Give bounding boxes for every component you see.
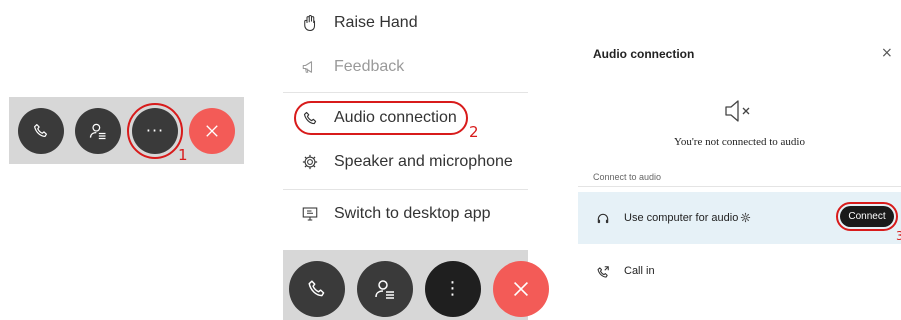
menu-item-label: Feedback [334, 58, 405, 75]
annotation-number-3: 3 [896, 229, 901, 243]
annotation-number-1: 1 [178, 146, 188, 164]
phone-icon [308, 280, 325, 297]
menu-pointer [451, 239, 473, 250]
annotation-ellipse-3 [836, 202, 898, 231]
participants-icon [89, 123, 106, 140]
section-divider [578, 186, 901, 187]
close-icon [206, 125, 218, 137]
leave-meeting-button[interactable] [189, 108, 235, 154]
phone-icon [34, 124, 47, 137]
close-icon [513, 281, 529, 297]
phone-button[interactable] [289, 261, 345, 317]
option-label: Use computer for audio [624, 212, 739, 224]
hand-icon [300, 13, 320, 33]
menu-item-switch-to-desktop-app[interactable]: Switch to desktop app [283, 199, 528, 229]
annotation-number-2: 2 [469, 123, 479, 141]
option-call-in[interactable]: Call in [624, 265, 655, 277]
audio-connection-dialog: Audio connection × You're not connected … [578, 30, 901, 320]
menu-item-label: Switch to desktop app [334, 205, 491, 222]
audio-status-text: You're not connected to audio [673, 136, 805, 148]
section-label: Connect to audio [593, 172, 662, 182]
leave-meeting-button[interactable] [493, 261, 549, 317]
phone-call-icon [597, 266, 609, 278]
participants-button[interactable] [75, 108, 121, 154]
meeting-controls-bar: ⋮ [283, 250, 549, 320]
desktop-icon [300, 204, 320, 224]
menu-item-raise-hand[interactable]: Raise Hand [283, 8, 528, 38]
gear-icon [300, 152, 320, 172]
menu-divider [283, 189, 528, 190]
more-options-button[interactable]: ⋮ [425, 261, 481, 317]
speaker-muted-icon [725, 100, 750, 122]
gear-icon[interactable] [740, 212, 751, 223]
headset-icon [597, 213, 609, 224]
menu-item-feedback[interactable]: Feedback [283, 52, 528, 82]
megaphone-icon [300, 57, 320, 77]
meeting-controls-bar: ··· 1 [9, 97, 244, 164]
menu-item-label: Raise Hand [334, 14, 418, 31]
more-options-icon: ⋮ [443, 278, 463, 299]
dialog-title: Audio connection [593, 47, 695, 61]
annotation-circle-1 [127, 103, 183, 159]
close-button[interactable]: × [881, 45, 893, 61]
menu-divider [283, 92, 528, 93]
participants-button[interactable] [357, 261, 413, 317]
annotation-ellipse-2 [294, 101, 468, 135]
phone-button[interactable] [18, 108, 64, 154]
menu-item-speaker-and-microphone[interactable]: Speaker and microphone [283, 147, 528, 177]
more-options-menu: Raise Hand Feedback Audio connection 2 S… [283, 0, 549, 320]
participants-icon [375, 280, 394, 299]
menu-item-label: Speaker and microphone [334, 153, 513, 170]
